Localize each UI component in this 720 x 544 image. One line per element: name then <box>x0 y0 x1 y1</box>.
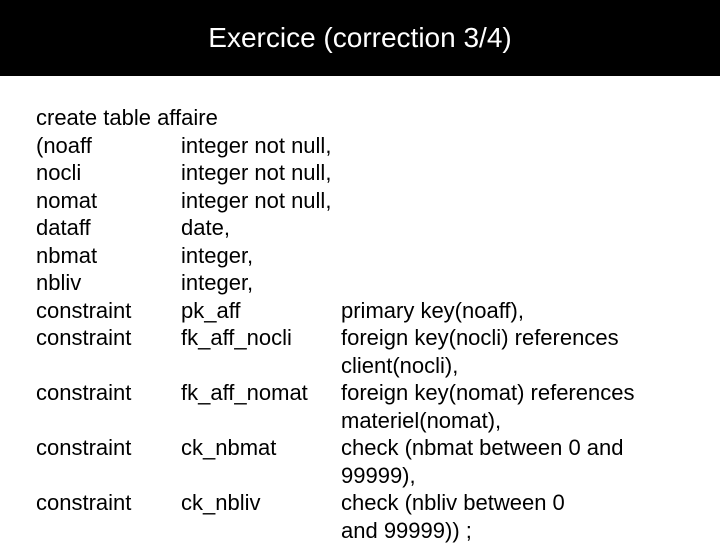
col-name <box>36 352 181 380</box>
definition-row: nbliv integer, <box>36 269 684 297</box>
col-extra <box>341 242 684 270</box>
col-extra: foreign key(nocli) references <box>341 324 684 352</box>
definition-row: 99999), <box>36 462 684 490</box>
col-extra: client(nocli), <box>341 352 684 380</box>
col-name: constraint <box>36 434 181 462</box>
definition-row: nocli integer not null, <box>36 159 684 187</box>
definition-row: (noaff integer not null, <box>36 132 684 160</box>
col-type: integer not null, <box>181 132 341 160</box>
definition-row: client(nocli), <box>36 352 684 380</box>
col-extra <box>341 214 684 242</box>
col-name <box>36 407 181 435</box>
col-type <box>181 352 341 380</box>
col-extra: foreign key(nomat) references <box>341 379 684 407</box>
title-text: Exercice (correction 3/4) <box>208 22 511 54</box>
definition-row: constraint pk_aff primary key(noaff), <box>36 297 684 325</box>
col-extra <box>341 132 684 160</box>
col-extra: check (nbliv between 0 <box>341 489 684 517</box>
col-type: fk_aff_nocli <box>181 324 341 352</box>
col-type: pk_aff <box>181 297 341 325</box>
col-name: nocli <box>36 159 181 187</box>
create-table-header: create table affaire <box>36 104 684 132</box>
col-name: dataff <box>36 214 181 242</box>
col-name: nbmat <box>36 242 181 270</box>
definition-row: nbmat integer, <box>36 242 684 270</box>
col-extra: 99999), <box>341 462 684 490</box>
definition-row: nomat integer not null, <box>36 187 684 215</box>
definition-row: constraint fk_aff_nomat foreign key(noma… <box>36 379 684 407</box>
col-name: constraint <box>36 297 181 325</box>
slide-content: create table affaire (noaff integer not … <box>0 76 720 544</box>
col-extra <box>341 269 684 297</box>
col-extra <box>341 159 684 187</box>
col-type: fk_aff_nomat <box>181 379 341 407</box>
col-type: integer, <box>181 242 341 270</box>
col-type: ck_nbliv <box>181 489 341 517</box>
col-type: ck_nbmat <box>181 434 341 462</box>
col-extra: check (nbmat between 0 and <box>341 434 684 462</box>
col-extra: primary key(noaff), <box>341 297 684 325</box>
definition-row: constraint ck_nbmat check (nbmat between… <box>36 434 684 462</box>
col-type <box>181 462 341 490</box>
col-type <box>181 407 341 435</box>
col-type: date, <box>181 214 341 242</box>
col-name <box>36 462 181 490</box>
col-name: (noaff <box>36 132 181 160</box>
col-name: nomat <box>36 187 181 215</box>
col-name: constraint <box>36 324 181 352</box>
col-type: integer, <box>181 269 341 297</box>
col-name: nbliv <box>36 269 181 297</box>
col-type: integer not null, <box>181 187 341 215</box>
definition-row: constraint ck_nbliv check (nbliv between… <box>36 489 684 517</box>
slide-title: Exercice (correction 3/4) <box>0 0 720 76</box>
col-name: constraint <box>36 379 181 407</box>
col-type: integer not null, <box>181 159 341 187</box>
definition-row: materiel(nomat), <box>36 407 684 435</box>
definition-row: constraint fk_aff_nocli foreign key(nocl… <box>36 324 684 352</box>
col-extra: materiel(nomat), <box>341 407 684 435</box>
col-name: constraint <box>36 489 181 517</box>
col-extra <box>341 187 684 215</box>
definition-row: dataff date, <box>36 214 684 242</box>
